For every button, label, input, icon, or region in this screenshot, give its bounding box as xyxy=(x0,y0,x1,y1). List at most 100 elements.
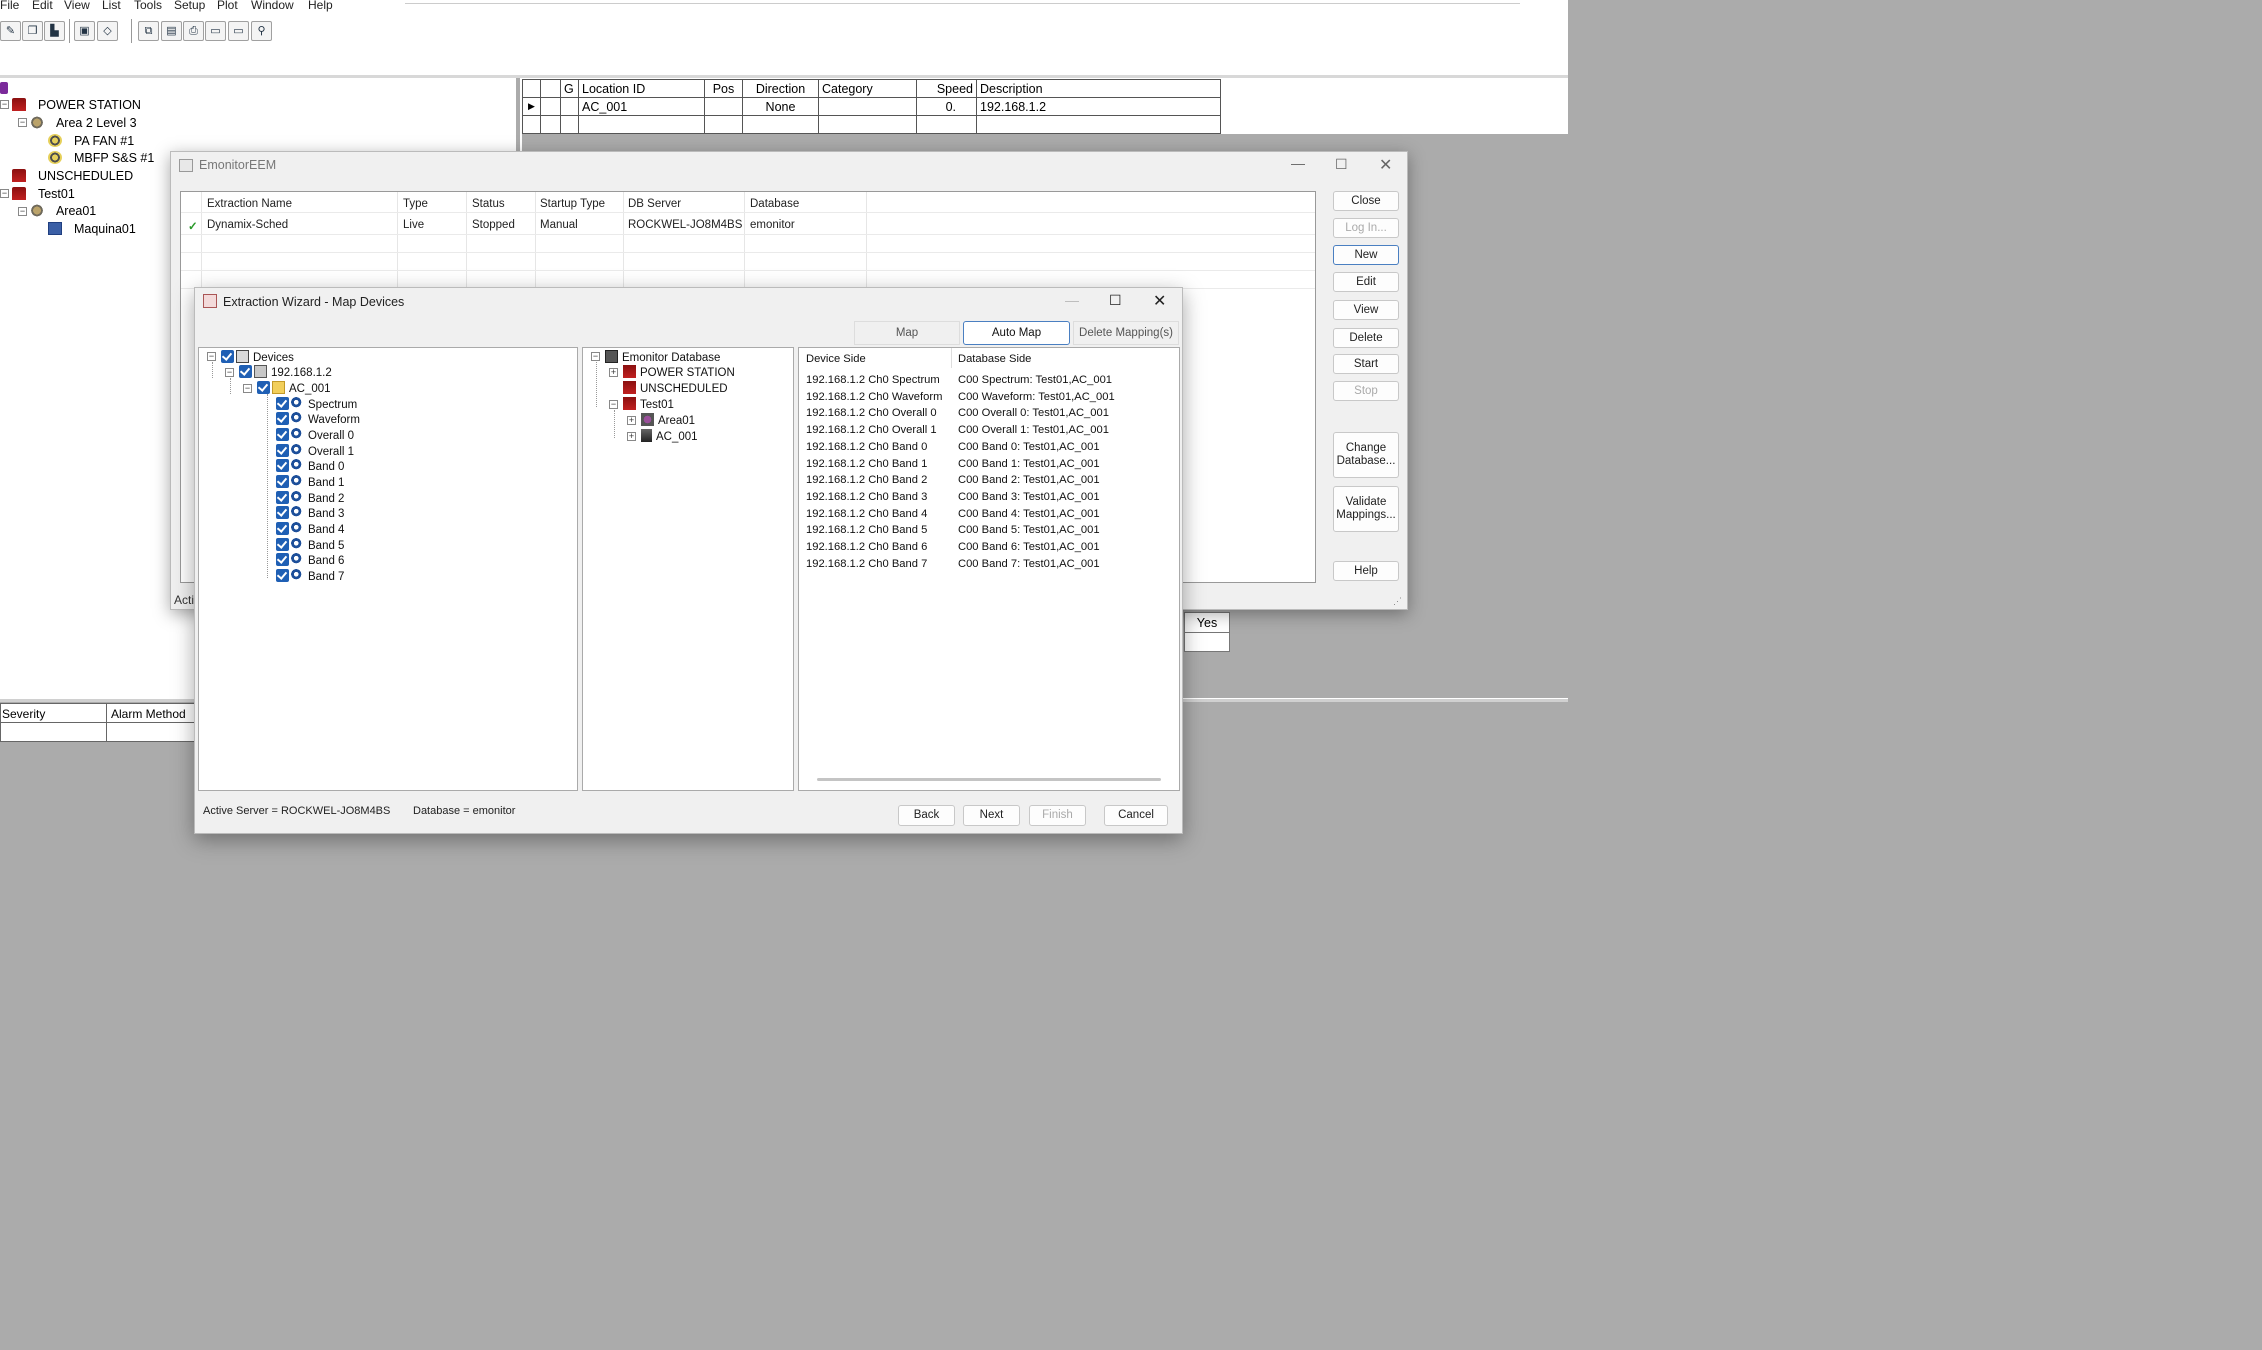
tool-search-icon[interactable]: ⚲ xyxy=(251,21,272,41)
cell-startup-type[interactable]: Manual xyxy=(540,219,578,231)
mapping-database-cell[interactable]: C00 Band 3: Test01,AC_001 xyxy=(958,491,1100,503)
table-row[interactable]: ▶ AC_001 None 0. 192.168.1.2 xyxy=(522,97,1221,116)
col-startup-type[interactable]: Startup Type xyxy=(540,198,605,210)
tree-node-signal[interactable]: Band 2 xyxy=(276,491,344,505)
tool-folder-icon[interactable]: ▭ xyxy=(205,21,226,41)
tool-folder2-icon[interactable]: ▭ xyxy=(228,21,249,41)
next-button[interactable]: Next xyxy=(963,805,1020,826)
checkbox[interactable] xyxy=(276,459,289,472)
expand-toggle[interactable]: − xyxy=(243,384,252,393)
tree-node-ac001[interactable]: AC_001 xyxy=(257,381,331,395)
checkbox[interactable] xyxy=(276,412,289,425)
minimize-icon[interactable]: — xyxy=(1291,155,1305,171)
mapping-device-cell[interactable]: 192.168.1.2 Ch0 Band 6 xyxy=(806,541,927,553)
mapping-device-cell[interactable]: 192.168.1.2 Ch0 Band 0 xyxy=(806,441,927,453)
tool-clipboard-icon[interactable]: ▣ xyxy=(74,21,95,41)
col-g[interactable]: G xyxy=(560,79,579,98)
tree-node-signal[interactable]: Band 7 xyxy=(276,569,344,583)
menu-file[interactable]: File xyxy=(0,0,19,12)
menu-setup[interactable]: Setup xyxy=(174,0,205,12)
checkbox[interactable] xyxy=(276,475,289,488)
mapping-device-cell[interactable]: 192.168.1.2 Ch0 Overall 1 xyxy=(806,424,937,436)
mapping-device-cell[interactable]: 192.168.1.2 Ch0 Band 1 xyxy=(806,458,927,470)
mapping-device-cell[interactable]: 192.168.1.2 Ch0 Band 5 xyxy=(806,524,927,536)
mapping-database-cell[interactable]: C00 Spectrum: Test01,AC_001 xyxy=(958,374,1112,386)
checkbox[interactable] xyxy=(239,365,252,378)
change-database-button[interactable]: Change Database... xyxy=(1333,432,1399,478)
mapping-database-cell[interactable]: C00 Band 5: Test01,AC_001 xyxy=(958,524,1100,536)
tool-wand-icon[interactable]: ✎ xyxy=(0,21,21,41)
stop-button[interactable]: Stop xyxy=(1333,381,1399,401)
auto-map-button[interactable]: Auto Map xyxy=(963,321,1070,345)
cell-speed[interactable]: 0. xyxy=(916,97,977,116)
mapping-database-cell[interactable]: C00 Band 1: Test01,AC_001 xyxy=(958,458,1100,470)
resize-grip-icon[interactable]: ⋰ xyxy=(1393,596,1402,607)
tool-tag-icon[interactable]: ◇ xyxy=(97,21,118,41)
col-description[interactable]: Description xyxy=(976,79,1221,98)
help-button[interactable]: Help xyxy=(1333,561,1399,581)
tool-print-icon[interactable]: ⎙ xyxy=(183,21,204,41)
checkbox[interactable] xyxy=(276,428,289,441)
cancel-button[interactable]: Cancel xyxy=(1104,805,1168,826)
tree-node-signal[interactable]: Waveform xyxy=(276,412,360,426)
cell-description[interactable]: 192.168.1.2 xyxy=(976,97,1221,116)
tree-node-signal[interactable]: Spectrum xyxy=(276,397,357,411)
menu-plot[interactable]: Plot xyxy=(217,0,238,12)
expand-toggle[interactable]: − xyxy=(18,207,27,216)
tool-copy2-icon[interactable]: ⧉ xyxy=(138,21,159,41)
mapping-database-cell[interactable]: C00 Band 6: Test01,AC_001 xyxy=(958,541,1100,553)
tree-node-test01[interactable]: Test01 xyxy=(12,187,75,201)
checkbox[interactable] xyxy=(276,444,289,457)
col-database-side[interactable]: Database Side xyxy=(958,353,1031,365)
mapping-database-cell[interactable]: C00 Overall 1: Test01,AC_001 xyxy=(958,424,1109,436)
mapping-device-cell[interactable]: 192.168.1.2 Ch0 Overall 0 xyxy=(806,407,937,419)
col-db-server[interactable]: DB Server xyxy=(628,198,681,210)
menu-window[interactable]: Window xyxy=(251,0,294,12)
col-type[interactable]: Type xyxy=(403,198,428,210)
expand-toggle[interactable]: − xyxy=(225,368,234,377)
mapping-device-cell[interactable]: 192.168.1.2 Ch0 Band 2 xyxy=(806,474,927,486)
col-severity[interactable]: Severity xyxy=(0,703,107,723)
log-in-button[interactable]: Log In... xyxy=(1333,218,1399,238)
tree-node-signal[interactable]: Band 4 xyxy=(276,522,344,536)
mapping-database-cell[interactable]: C00 Band 7: Test01,AC_001 xyxy=(958,558,1100,570)
tree-node-pa-fan[interactable]: PA FAN #1 xyxy=(48,134,134,148)
tree-node-area01[interactable]: Area01 xyxy=(641,413,695,427)
col-extraction-name[interactable]: Extraction Name xyxy=(207,198,292,210)
delete-button[interactable]: Delete xyxy=(1333,328,1399,348)
edit-button[interactable]: Edit xyxy=(1333,272,1399,292)
tree-node-emonitor-db[interactable]: Emonitor Database xyxy=(605,350,720,364)
checkbox[interactable] xyxy=(276,491,289,504)
tree-node-signal[interactable]: Band 3 xyxy=(276,506,344,520)
tool-copy-icon[interactable]: ❐ xyxy=(22,21,43,41)
tree-node-signal[interactable]: Band 0 xyxy=(276,459,344,473)
tree-node-ac001[interactable]: AC_001 xyxy=(641,429,698,443)
tool-chart-icon[interactable]: ▙ xyxy=(44,21,65,41)
checkbox[interactable] xyxy=(276,569,289,582)
col-category[interactable]: Category xyxy=(818,79,917,98)
mapping-database-cell[interactable]: C00 Band 2: Test01,AC_001 xyxy=(958,474,1100,486)
checkbox[interactable] xyxy=(221,350,234,363)
col-alarm-method[interactable]: Alarm Method xyxy=(106,703,195,723)
expand-toggle[interactable]: − xyxy=(609,400,618,409)
cell-database[interactable]: emonitor xyxy=(750,219,795,231)
map-button[interactable]: Map xyxy=(854,321,960,345)
col-device-side[interactable]: Device Side xyxy=(806,353,866,365)
tree-node-signal[interactable]: Band 5 xyxy=(276,538,344,552)
minimize-icon[interactable]: — xyxy=(1065,292,1079,308)
back-button[interactable]: Back xyxy=(898,805,955,826)
checkbox[interactable] xyxy=(257,381,270,394)
cell-direction[interactable]: None xyxy=(742,97,819,116)
expand-toggle[interactable]: + xyxy=(609,368,618,377)
tree-node-signal[interactable]: Band 6 xyxy=(276,553,344,567)
col-location-id[interactable]: Location ID xyxy=(578,79,705,98)
mapping-device-cell[interactable]: 192.168.1.2 Ch0 Waveform xyxy=(806,391,942,403)
col-database[interactable]: Database xyxy=(750,198,799,210)
tree-node-ip[interactable]: 192.168.1.2 xyxy=(239,365,332,379)
close-button[interactable]: Close xyxy=(1333,191,1399,211)
delete-mappings-button[interactable]: Delete Mapping(s) xyxy=(1073,321,1179,345)
tree-node-devices[interactable]: Devices xyxy=(221,350,294,364)
menu-view[interactable]: View xyxy=(64,0,90,12)
tree-node-signal[interactable]: Overall 0 xyxy=(276,428,354,442)
menu-tools[interactable]: Tools xyxy=(134,0,162,12)
